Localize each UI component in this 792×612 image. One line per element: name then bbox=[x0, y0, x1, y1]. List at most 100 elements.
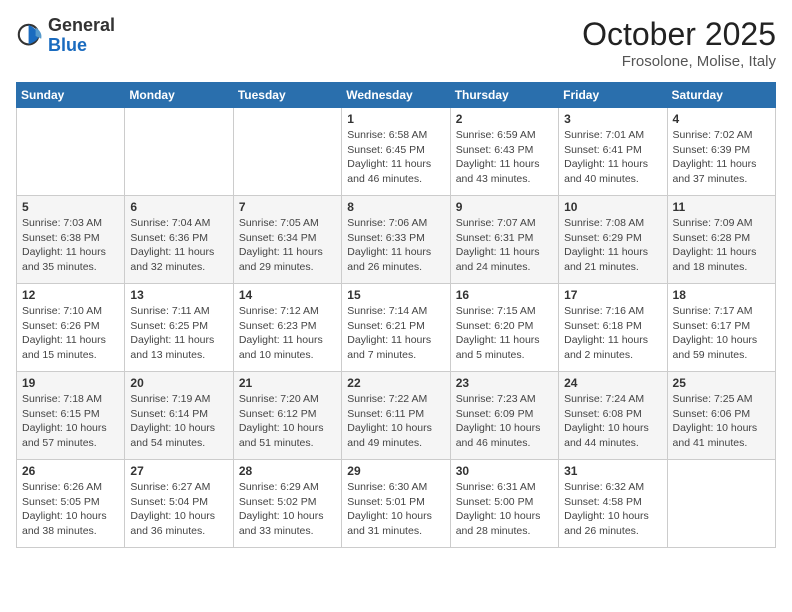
day-number: 4 bbox=[673, 112, 770, 126]
day-number: 14 bbox=[239, 288, 336, 302]
table-row: 13 Sunrise: 7:11 AMSunset: 6:25 PMDaylig… bbox=[125, 284, 233, 372]
location-title: Frosolone, Molise, Italy bbox=[582, 53, 776, 70]
day-number: 31 bbox=[564, 464, 661, 478]
table-row: 16 Sunrise: 7:15 AMSunset: 6:20 PMDaylig… bbox=[450, 284, 558, 372]
day-info: Sunrise: 7:15 AMSunset: 6:20 PMDaylight:… bbox=[456, 304, 553, 363]
day-number: 3 bbox=[564, 112, 661, 126]
day-number: 23 bbox=[456, 376, 553, 390]
calendar-week-row: 26 Sunrise: 6:26 AMSunset: 5:05 PMDaylig… bbox=[17, 460, 776, 548]
day-info: Sunrise: 7:12 AMSunset: 6:23 PMDaylight:… bbox=[239, 304, 336, 363]
day-info: Sunrise: 7:16 AMSunset: 6:18 PMDaylight:… bbox=[564, 304, 661, 363]
header-friday: Friday bbox=[559, 83, 667, 108]
table-row: 9 Sunrise: 7:07 AMSunset: 6:31 PMDayligh… bbox=[450, 196, 558, 284]
day-info: Sunrise: 6:29 AMSunset: 5:02 PMDaylight:… bbox=[239, 480, 336, 539]
calendar-header-row: Sunday Monday Tuesday Wednesday Thursday… bbox=[17, 83, 776, 108]
table-row bbox=[17, 108, 125, 196]
calendar-week-row: 19 Sunrise: 7:18 AMSunset: 6:15 PMDaylig… bbox=[17, 372, 776, 460]
day-info: Sunrise: 6:32 AMSunset: 4:58 PMDaylight:… bbox=[564, 480, 661, 539]
table-row: 24 Sunrise: 7:24 AMSunset: 6:08 PMDaylig… bbox=[559, 372, 667, 460]
day-info: Sunrise: 7:01 AMSunset: 6:41 PMDaylight:… bbox=[564, 128, 661, 187]
header-thursday: Thursday bbox=[450, 83, 558, 108]
day-number: 1 bbox=[347, 112, 444, 126]
day-info: Sunrise: 7:22 AMSunset: 6:11 PMDaylight:… bbox=[347, 392, 444, 451]
header-saturday: Saturday bbox=[667, 83, 775, 108]
calendar-table: Sunday Monday Tuesday Wednesday Thursday… bbox=[16, 82, 776, 548]
day-info: Sunrise: 7:18 AMSunset: 6:15 PMDaylight:… bbox=[22, 392, 119, 451]
calendar-week-row: 5 Sunrise: 7:03 AMSunset: 6:38 PMDayligh… bbox=[17, 196, 776, 284]
table-row: 26 Sunrise: 6:26 AMSunset: 5:05 PMDaylig… bbox=[17, 460, 125, 548]
header-wednesday: Wednesday bbox=[342, 83, 450, 108]
logo-general: General bbox=[48, 16, 115, 36]
table-row: 20 Sunrise: 7:19 AMSunset: 6:14 PMDaylig… bbox=[125, 372, 233, 460]
day-number: 24 bbox=[564, 376, 661, 390]
table-row: 22 Sunrise: 7:22 AMSunset: 6:11 PMDaylig… bbox=[342, 372, 450, 460]
table-row: 21 Sunrise: 7:20 AMSunset: 6:12 PMDaylig… bbox=[233, 372, 341, 460]
day-number: 7 bbox=[239, 200, 336, 214]
table-row: 6 Sunrise: 7:04 AMSunset: 6:36 PMDayligh… bbox=[125, 196, 233, 284]
day-info: Sunrise: 7:24 AMSunset: 6:08 PMDaylight:… bbox=[564, 392, 661, 451]
day-info: Sunrise: 7:07 AMSunset: 6:31 PMDaylight:… bbox=[456, 216, 553, 275]
day-number: 10 bbox=[564, 200, 661, 214]
day-info: Sunrise: 6:31 AMSunset: 5:00 PMDaylight:… bbox=[456, 480, 553, 539]
page-header: General Blue October 2025 Frosolone, Mol… bbox=[16, 16, 776, 70]
table-row: 29 Sunrise: 6:30 AMSunset: 5:01 PMDaylig… bbox=[342, 460, 450, 548]
table-row: 30 Sunrise: 6:31 AMSunset: 5:00 PMDaylig… bbox=[450, 460, 558, 548]
day-info: Sunrise: 7:05 AMSunset: 6:34 PMDaylight:… bbox=[239, 216, 336, 275]
day-number: 6 bbox=[130, 200, 227, 214]
table-row: 28 Sunrise: 6:29 AMSunset: 5:02 PMDaylig… bbox=[233, 460, 341, 548]
table-row: 11 Sunrise: 7:09 AMSunset: 6:28 PMDaylig… bbox=[667, 196, 775, 284]
day-number: 18 bbox=[673, 288, 770, 302]
header-sunday: Sunday bbox=[17, 83, 125, 108]
table-row: 23 Sunrise: 7:23 AMSunset: 6:09 PMDaylig… bbox=[450, 372, 558, 460]
logo-text: General Blue bbox=[48, 16, 115, 56]
month-title: October 2025 bbox=[582, 16, 776, 53]
table-row bbox=[667, 460, 775, 548]
table-row bbox=[233, 108, 341, 196]
day-number: 16 bbox=[456, 288, 553, 302]
day-number: 22 bbox=[347, 376, 444, 390]
title-block: October 2025 Frosolone, Molise, Italy bbox=[582, 16, 776, 70]
logo-icon bbox=[16, 22, 44, 50]
day-info: Sunrise: 6:26 AMSunset: 5:05 PMDaylight:… bbox=[22, 480, 119, 539]
table-row: 15 Sunrise: 7:14 AMSunset: 6:21 PMDaylig… bbox=[342, 284, 450, 372]
table-row: 14 Sunrise: 7:12 AMSunset: 6:23 PMDaylig… bbox=[233, 284, 341, 372]
day-info: Sunrise: 6:59 AMSunset: 6:43 PMDaylight:… bbox=[456, 128, 553, 187]
day-info: Sunrise: 6:27 AMSunset: 5:04 PMDaylight:… bbox=[130, 480, 227, 539]
day-number: 9 bbox=[456, 200, 553, 214]
day-info: Sunrise: 7:14 AMSunset: 6:21 PMDaylight:… bbox=[347, 304, 444, 363]
day-info: Sunrise: 7:06 AMSunset: 6:33 PMDaylight:… bbox=[347, 216, 444, 275]
header-tuesday: Tuesday bbox=[233, 83, 341, 108]
day-info: Sunrise: 7:10 AMSunset: 6:26 PMDaylight:… bbox=[22, 304, 119, 363]
logo-blue: Blue bbox=[48, 36, 115, 56]
day-number: 12 bbox=[22, 288, 119, 302]
day-number: 11 bbox=[673, 200, 770, 214]
day-info: Sunrise: 7:20 AMSunset: 6:12 PMDaylight:… bbox=[239, 392, 336, 451]
day-number: 28 bbox=[239, 464, 336, 478]
day-info: Sunrise: 7:03 AMSunset: 6:38 PMDaylight:… bbox=[22, 216, 119, 275]
day-number: 25 bbox=[673, 376, 770, 390]
day-number: 5 bbox=[22, 200, 119, 214]
table-row: 10 Sunrise: 7:08 AMSunset: 6:29 PMDaylig… bbox=[559, 196, 667, 284]
table-row bbox=[125, 108, 233, 196]
table-row: 4 Sunrise: 7:02 AMSunset: 6:39 PMDayligh… bbox=[667, 108, 775, 196]
day-info: Sunrise: 7:08 AMSunset: 6:29 PMDaylight:… bbox=[564, 216, 661, 275]
table-row: 27 Sunrise: 6:27 AMSunset: 5:04 PMDaylig… bbox=[125, 460, 233, 548]
table-row: 18 Sunrise: 7:17 AMSunset: 6:17 PMDaylig… bbox=[667, 284, 775, 372]
day-info: Sunrise: 6:58 AMSunset: 6:45 PMDaylight:… bbox=[347, 128, 444, 187]
table-row: 12 Sunrise: 7:10 AMSunset: 6:26 PMDaylig… bbox=[17, 284, 125, 372]
table-row: 1 Sunrise: 6:58 AMSunset: 6:45 PMDayligh… bbox=[342, 108, 450, 196]
day-number: 26 bbox=[22, 464, 119, 478]
day-number: 17 bbox=[564, 288, 661, 302]
table-row: 31 Sunrise: 6:32 AMSunset: 4:58 PMDaylig… bbox=[559, 460, 667, 548]
table-row: 19 Sunrise: 7:18 AMSunset: 6:15 PMDaylig… bbox=[17, 372, 125, 460]
day-info: Sunrise: 7:09 AMSunset: 6:28 PMDaylight:… bbox=[673, 216, 770, 275]
day-number: 15 bbox=[347, 288, 444, 302]
header-monday: Monday bbox=[125, 83, 233, 108]
day-number: 13 bbox=[130, 288, 227, 302]
calendar-week-row: 1 Sunrise: 6:58 AMSunset: 6:45 PMDayligh… bbox=[17, 108, 776, 196]
day-info: Sunrise: 7:19 AMSunset: 6:14 PMDaylight:… bbox=[130, 392, 227, 451]
day-info: Sunrise: 6:30 AMSunset: 5:01 PMDaylight:… bbox=[347, 480, 444, 539]
day-number: 19 bbox=[22, 376, 119, 390]
logo: General Blue bbox=[16, 16, 115, 56]
table-row: 25 Sunrise: 7:25 AMSunset: 6:06 PMDaylig… bbox=[667, 372, 775, 460]
